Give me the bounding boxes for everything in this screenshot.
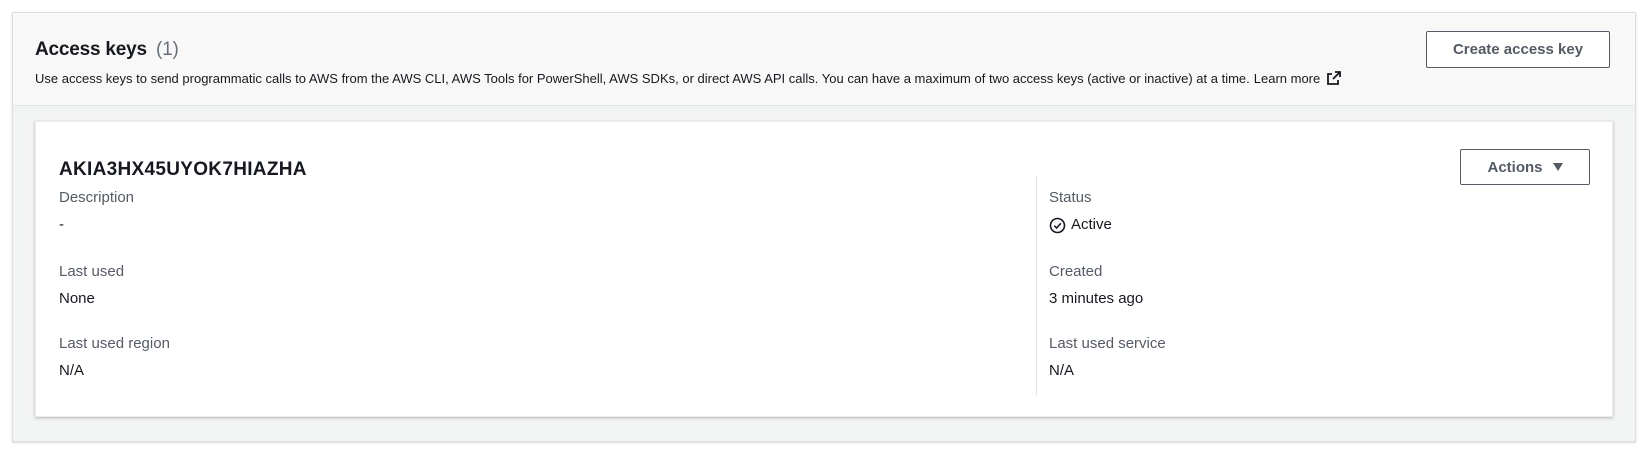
status-text: Active bbox=[1071, 216, 1112, 233]
last-used-label: Last used bbox=[59, 263, 125, 280]
panel-description: Use access keys to send programmatic cal… bbox=[35, 70, 1342, 86]
description-value: - bbox=[59, 216, 64, 233]
last-used-region-value: N/A bbox=[59, 362, 85, 379]
access-keys-panel: Access keys (1) Use access keys to send … bbox=[12, 12, 1636, 442]
caret-down-icon bbox=[1552, 163, 1563, 171]
last-used-value: None bbox=[59, 290, 95, 307]
created-value: 3 minutes ago bbox=[1049, 290, 1144, 307]
description-field: Description - bbox=[59, 188, 134, 235]
last-used-region-field: Last used region N/A bbox=[59, 334, 170, 381]
last-used-service-field: Last used service N/A bbox=[1049, 334, 1166, 381]
description-text: Use access keys to send programmatic cal… bbox=[35, 70, 1250, 86]
created-label: Created bbox=[1049, 263, 1103, 280]
last-used-service-value: N/A bbox=[1049, 362, 1075, 379]
panel-title: Access keys (1) bbox=[35, 39, 179, 61]
create-access-key-button[interactable]: Create access key bbox=[1426, 31, 1610, 68]
access-key-count: (1) bbox=[156, 39, 179, 60]
status-field: Status Active bbox=[1049, 188, 1112, 235]
column-divider bbox=[1036, 176, 1037, 396]
status-label: Status bbox=[1049, 189, 1092, 206]
last-used-service-label: Last used service bbox=[1049, 335, 1166, 352]
learn-more-link[interactable]: Learn more bbox=[1254, 71, 1320, 86]
last-used-region-label: Last used region bbox=[59, 335, 170, 352]
created-field: Created 3 minutes ago bbox=[1049, 262, 1143, 309]
check-circle-icon bbox=[1049, 217, 1066, 234]
external-link-icon[interactable] bbox=[1326, 70, 1342, 86]
access-key-id: AKIA3HX45UYOK7HIAZHA bbox=[59, 159, 307, 180]
description-label: Description bbox=[59, 189, 135, 206]
status-value: Active bbox=[1049, 215, 1112, 235]
panel-title-text: Access keys bbox=[35, 39, 147, 60]
last-used-field: Last used None bbox=[59, 262, 124, 309]
access-key-card: AKIA3HX45UYOK7HIAZHA Actions Description… bbox=[35, 121, 1613, 417]
actions-button-label: Actions bbox=[1487, 158, 1543, 176]
actions-dropdown-button[interactable]: Actions bbox=[1460, 149, 1590, 185]
panel-header: Access keys (1) Use access keys to send … bbox=[13, 13, 1635, 106]
